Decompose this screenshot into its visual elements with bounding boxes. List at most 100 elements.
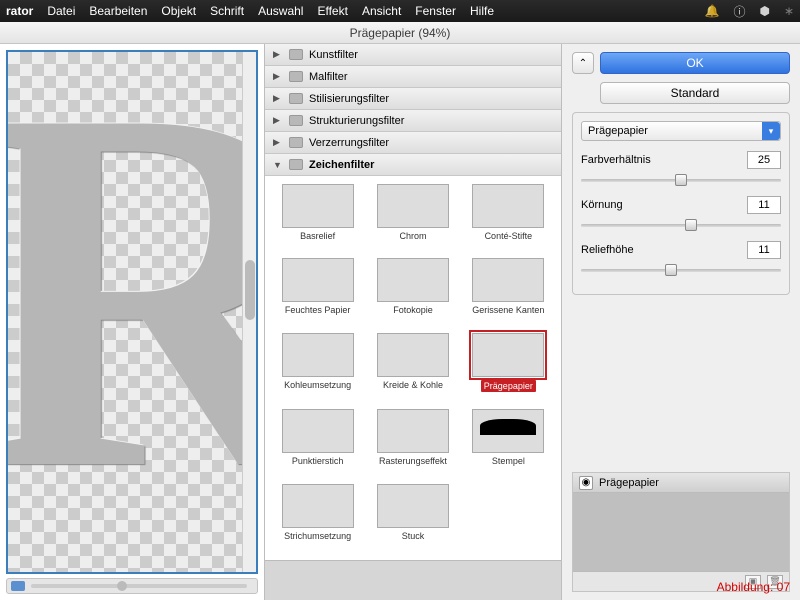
menu-bearbeiten[interactable]: Bearbeiten <box>89 4 147 18</box>
folder-icon <box>289 137 303 148</box>
disclosure-triangle-icon: ▶ <box>273 137 283 148</box>
filter-thumb-label: Chrom <box>399 231 426 241</box>
layer-title: Prägepapier <box>599 477 659 489</box>
menu-effekt[interactable]: Effekt <box>317 4 347 18</box>
filter-swatch <box>282 184 354 228</box>
filter-swatch <box>472 184 544 228</box>
window-titlebar: Prägepapier (94%) <box>0 22 800 44</box>
category-label: Stilisierungsfilter <box>309 93 389 105</box>
filter-thumb-fotokopie[interactable]: Fotokopie <box>368 258 457 326</box>
filter-swatch <box>282 409 354 453</box>
slider-körnung[interactable] <box>581 217 781 233</box>
slider-label: Farbverhältnis <box>581 154 651 166</box>
filter-thumb-stuck[interactable]: Stuck <box>368 484 457 552</box>
category-verzerrungsfilter[interactable]: ▶ Verzerrungsfilter <box>265 132 561 154</box>
disclosure-triangle-icon: ▼ <box>273 160 283 170</box>
filter-swatch <box>472 258 544 302</box>
filter-thumb-punktierstich[interactable]: Punktierstich <box>273 409 362 477</box>
filter-thumb-kohleumsetzung[interactable]: Kohleumsetzung <box>273 333 362 403</box>
filter-thumb-label: Strichumsetzung <box>284 531 351 541</box>
menu-schrift[interactable]: Schrift <box>210 4 244 18</box>
filter-swatch <box>377 409 449 453</box>
category-label: Zeichenfilter <box>309 159 374 171</box>
menu-objekt[interactable]: Objekt <box>161 4 196 18</box>
filter-thumb-label: Fotokopie <box>393 305 433 315</box>
category-zeichenfilter[interactable]: ▼ Zeichenfilter <box>265 154 561 176</box>
slider-knob[interactable] <box>665 264 677 276</box>
disclosure-triangle-icon: ▶ <box>273 115 283 126</box>
filter-thumb-pr-gepapier[interactable]: Prägepapier <box>464 333 553 403</box>
filter-thumb-basrelief[interactable]: Basrelief <box>273 184 362 252</box>
zoom-track[interactable] <box>31 584 247 588</box>
info-icon[interactable]: ⓘ <box>733 3 745 20</box>
filter-thumb-label: Punktierstich <box>292 456 344 466</box>
visibility-toggle[interactable]: ◉ <box>579 476 593 490</box>
menu-hilfe[interactable]: Hilfe <box>470 4 494 18</box>
filter-thumb-feuchtes-papier[interactable]: Feuchtes Papier <box>273 258 362 326</box>
category-stilisierungsfilter[interactable]: ▶ Stilisierungsfilter <box>265 88 561 110</box>
filter-thumb-label: Basrelief <box>300 231 335 241</box>
folder-icon <box>289 49 303 60</box>
dropbox-icon[interactable]: ⬢ <box>759 4 769 18</box>
folder-icon <box>289 71 303 82</box>
menu-fenster[interactable]: Fenster <box>415 4 456 18</box>
preview-content: R <box>6 82 258 498</box>
folder-icon <box>289 159 303 170</box>
figure-caption: Abbildung: 07 <box>717 580 790 594</box>
zoom-level-indicator[interactable] <box>11 581 25 591</box>
layers-body <box>573 493 789 571</box>
folder-icon <box>289 115 303 126</box>
standard-button[interactable]: Standard <box>600 82 790 104</box>
slider-label: Körnung <box>581 199 623 211</box>
menu-auswahl[interactable]: Auswahl <box>258 4 303 18</box>
menu-ansicht[interactable]: Ansicht <box>362 4 401 18</box>
slider-farbverhältnis[interactable] <box>581 172 781 188</box>
slider-reliefhöhe[interactable] <box>581 262 781 278</box>
slider-label: Reliefhöhe <box>581 244 634 256</box>
system-menubar: rator Datei Bearbeiten Objekt Schrift Au… <box>0 0 800 22</box>
collapse-button[interactable]: ⌃ <box>572 52 594 74</box>
slider-knob[interactable] <box>675 174 687 186</box>
filter-thumb-chrom[interactable]: Chrom <box>368 184 457 252</box>
menu-datei[interactable]: Datei <box>47 4 75 18</box>
category-label: Kunstfilter <box>309 49 358 61</box>
category-kunstfilter[interactable]: ▶ Kunstfilter <box>265 44 561 66</box>
filter-thumb-kreide-kohle[interactable]: Kreide & Kohle <box>368 333 457 403</box>
category-label: Verzerrungsfilter <box>309 137 389 149</box>
gallery-footer <box>265 560 561 600</box>
filter-settings-panel: Prägepapier ▾ Farbverhältnis 25 Körnung … <box>572 112 790 295</box>
slider-knob[interactable] <box>685 219 697 231</box>
preview-scroll-thumb[interactable] <box>245 260 255 320</box>
slider-value-input[interactable]: 11 <box>747 196 781 214</box>
bluetooth-icon[interactable]: ∗ <box>784 4 794 18</box>
filter-swatch <box>377 258 449 302</box>
disclosure-triangle-icon: ▶ <box>273 93 283 104</box>
disclosure-triangle-icon: ▶ <box>273 49 283 60</box>
preview-canvas[interactable]: R <box>6 50 258 574</box>
filter-thumb-strichumsetzung[interactable]: Strichumsetzung <box>273 484 362 552</box>
zoom-bar[interactable] <box>6 578 258 594</box>
filter-swatch <box>377 333 449 377</box>
filter-swatch <box>282 484 354 528</box>
slider-value-input[interactable]: 25 <box>747 151 781 169</box>
filter-thumb-rasterungseffekt[interactable]: Rasterungseffekt <box>368 409 457 477</box>
effect-layers-panel: ◉ Prägepapier ▣ 🗑 <box>572 472 790 592</box>
preview-scrollbar[interactable] <box>242 52 256 572</box>
category-malfilter[interactable]: ▶ Malfilter <box>265 66 561 88</box>
filter-thumb-label: Rasterungseffekt <box>379 456 447 466</box>
ok-button[interactable]: OK <box>600 52 790 74</box>
settings-pane: ⌃ OK Standard Prägepapier ▾ Farbverhältn… <box>562 44 800 600</box>
category-strukturierungsfilter[interactable]: ▶ Strukturierungsfilter <box>265 110 561 132</box>
filter-select[interactable]: Prägepapier ▾ <box>581 121 781 141</box>
filter-thumb-stempel[interactable]: Stempel <box>464 409 553 477</box>
filter-thumb-label: Kreide & Kohle <box>383 380 443 390</box>
filter-thumb-label: Gerissene Kanten <box>472 305 544 315</box>
filter-thumb-gerissene-kanten[interactable]: Gerissene Kanten <box>464 258 553 326</box>
bell-icon[interactable]: 🔔 <box>704 4 719 18</box>
select-chevron-icon: ▾ <box>762 122 780 140</box>
category-label: Strukturierungsfilter <box>309 115 404 127</box>
filter-swatch <box>282 333 354 377</box>
slider-value-input[interactable]: 11 <box>747 241 781 259</box>
filter-swatch <box>282 258 354 302</box>
filter-thumb-cont-stifte[interactable]: Conté-Stifte <box>464 184 553 252</box>
